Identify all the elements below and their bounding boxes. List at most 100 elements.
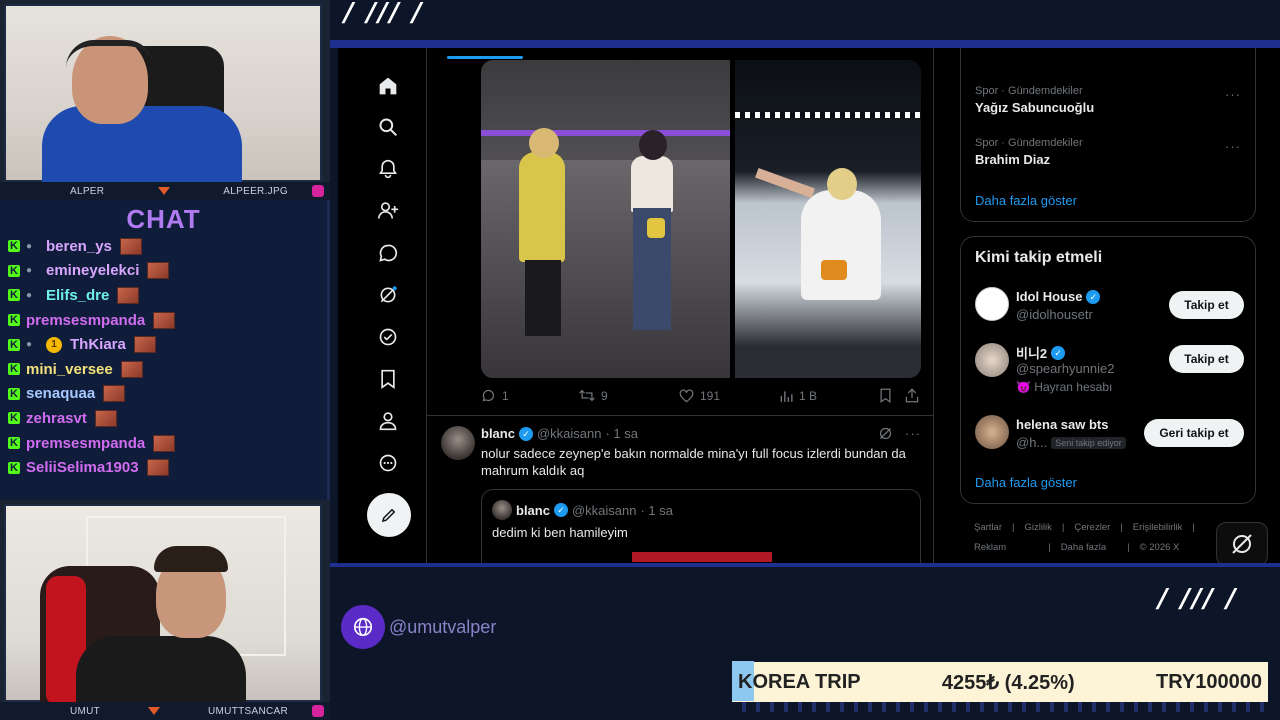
chat-username[interactable]: SeliiSelima1903: [26, 459, 139, 476]
repost-icon: [579, 389, 595, 402]
chat-username[interactable]: senaquaa: [26, 385, 95, 402]
show-more-suggestions-link[interactable]: Daha fazla göster: [975, 475, 1077, 490]
separator: |: [1061, 522, 1065, 533]
tweet-author-handle[interactable]: @kkaisann: [537, 426, 602, 441]
follow-suggestion[interactable]: 비니2 ✓ @spearhyunnie2 😈 Hayran hesabı Tak…: [975, 341, 1245, 397]
tweet-time[interactable]: · 1 sa: [605, 426, 638, 441]
bookmark-button[interactable]: [879, 388, 905, 403]
footer-link-privacy[interactable]: Gizlilik: [1024, 518, 1051, 538]
suggestion-handle: @idolhousetr: [1016, 307, 1093, 322]
right-sidebar: Spor · Gündemdekiler Yağız Sabuncuoğlu ·…: [960, 48, 1256, 564]
quoted-media[interactable]: [632, 552, 772, 562]
instagram-icon: [312, 705, 324, 717]
follow-button[interactable]: Takip et: [1169, 345, 1244, 373]
search-icon[interactable]: [370, 109, 406, 145]
views-icon: [780, 390, 793, 402]
views-button[interactable]: 1 B: [779, 389, 879, 403]
timeline-feed: 1 9 191 1 B blanc ✓ @kkaisann · 1 sa ···…: [426, 48, 934, 564]
separator: |: [1120, 522, 1123, 533]
footer-link-accessibility[interactable]: Erişilebilirlik: [1133, 518, 1183, 538]
twitter-window: 1 9 191 1 B blanc ✓ @kkaisann · 1 sa ···…: [338, 48, 1280, 564]
kick-badge-icon: K: [8, 412, 20, 425]
quoted-tweet[interactable]: blanc ✓ @kkaisann · 1 sa dedim ki ben ha…: [481, 489, 921, 564]
quoted-time: · 1 sa: [640, 502, 673, 518]
chat-user-row: K ● beren_ys: [0, 234, 327, 259]
verified-badge-icon: ✓: [1086, 289, 1101, 304]
follow-suggestion[interactable]: Idol House ✓ @idolhousetr Takip et: [975, 287, 1245, 327]
compose-post-button[interactable]: [367, 493, 411, 537]
chat-username[interactable]: mini_versee: [26, 361, 113, 378]
like-button[interactable]: 191: [679, 389, 779, 403]
chat-username[interactable]: Elifs_dre: [46, 287, 109, 304]
streamer-name: UMUT: [70, 705, 101, 717]
slash-decoration: / /// /: [1158, 584, 1238, 614]
more-icon[interactable]: [370, 445, 406, 481]
trends-card: Spor · Gündemdekiler Yağız Sabuncuoğlu ·…: [960, 48, 1256, 222]
footer-link-cookies[interactable]: Çerezler: [1074, 518, 1110, 538]
share-button[interactable]: [905, 388, 921, 403]
chat-username[interactable]: beren_ys: [46, 238, 112, 255]
chat-user-row: K ● emineyelekci: [0, 259, 327, 284]
avatar[interactable]: [441, 426, 475, 460]
tweet-author-name[interactable]: blanc: [481, 426, 515, 441]
trend-item[interactable]: Spor · Gündemdekiler Brahim Diaz: [975, 137, 1083, 167]
webcam-bottom-namebar: UMUT UMUTTSANCAR: [0, 702, 330, 720]
follow-back-button[interactable]: Geri takip et: [1144, 419, 1244, 447]
emote-icon: [133, 336, 156, 354]
footer-link-terms[interactable]: Şartlar: [974, 518, 1002, 538]
chat-username[interactable]: emineyelekci: [46, 262, 139, 279]
goal-target: TRY100000: [1155, 670, 1262, 693]
grok-floating-button[interactable]: [1216, 522, 1268, 564]
chat-username[interactable]: premsesmpanda: [26, 435, 145, 452]
more-options-icon[interactable]: ···: [905, 426, 921, 441]
chat-username[interactable]: ThKiara: [70, 336, 126, 353]
follow-button[interactable]: Takip et: [1169, 291, 1244, 319]
top-banner: / /// /: [330, 0, 1280, 44]
show-more-trends-link[interactable]: Daha fazla göster: [975, 193, 1077, 208]
bell-icon[interactable]: [370, 151, 406, 187]
share-icon: [905, 388, 919, 403]
goal-title: KOREA TRIP: [732, 660, 861, 701]
chat-username[interactable]: premsesmpanda: [26, 312, 145, 329]
chat-panel: CHAT K ● beren_ys K ● emineyelekci K ● Elifs_dre…: [0, 200, 330, 500]
who-to-follow-card: Kimi takip etmeli Idol House ✓ @idolhous…: [960, 236, 1256, 504]
reply-button[interactable]: 1: [481, 388, 579, 403]
follow-suggestion[interactable]: helena saw bts @h... Seni takip ediyor G…: [975, 415, 1245, 455]
grok-icon[interactable]: [878, 426, 893, 441]
profile-icon[interactable]: [370, 403, 406, 439]
chat-icon[interactable]: [370, 235, 406, 271]
tweet-action-bar: 1 9 191 1 B: [481, 388, 921, 403]
footer-link-more[interactable]: Daha fazla ···: [1061, 538, 1117, 564]
kick-badge-icon: K: [8, 363, 20, 376]
bookmark-icon[interactable]: [370, 361, 406, 397]
kick-badge-icon: K: [8, 338, 20, 351]
grok-icon[interactable]: [370, 277, 406, 313]
chat-username[interactable]: zehrasvt: [26, 410, 87, 427]
footer-copyright: © 2026 X Corp.: [1139, 542, 1180, 564]
microphone-icon: ●: [26, 240, 33, 252]
follows-you-badge: Seni takip ediyor: [1051, 436, 1126, 449]
suggestion-handle: @spearhyunnie2: [1016, 361, 1115, 376]
home-icon[interactable]: [370, 68, 406, 104]
verified-icon[interactable]: [370, 319, 406, 355]
kick-badge-icon: K: [8, 314, 20, 327]
more-options-icon[interactable]: ···: [1225, 139, 1241, 154]
tweet-image-1[interactable]: [481, 60, 730, 378]
kick-badge-icon: K: [8, 240, 20, 253]
trend-category: Spor · Gündemdekiler: [975, 85, 1083, 97]
repost-button[interactable]: 9: [579, 388, 679, 403]
webcam-bottom: UMUT UMUTTSANCAR: [0, 500, 330, 720]
add-user-icon[interactable]: [370, 193, 406, 229]
chat-user-row: K ● Elifs_dre: [0, 283, 327, 308]
emote-icon: [147, 262, 170, 280]
trend-item[interactable]: Spor · Gündemdekiler Yağız Sabuncuoğlu: [975, 85, 1094, 115]
footer-link-ads-info[interactable]: Reklam Bilgileri: [974, 538, 1038, 564]
frame-border-bottom: [330, 563, 1280, 567]
slash-decoration: / /// /: [344, 0, 424, 28]
tweet-image-2[interactable]: [735, 60, 921, 378]
ticker-stripe-decoration: [732, 702, 1268, 712]
more-options-icon[interactable]: ···: [1225, 87, 1241, 102]
webcam-top-namebar: ALPER ALPEER.JPG: [0, 182, 330, 200]
microphone-icon: ●: [26, 339, 33, 351]
suggestion-handle: @h...: [1016, 435, 1048, 450]
